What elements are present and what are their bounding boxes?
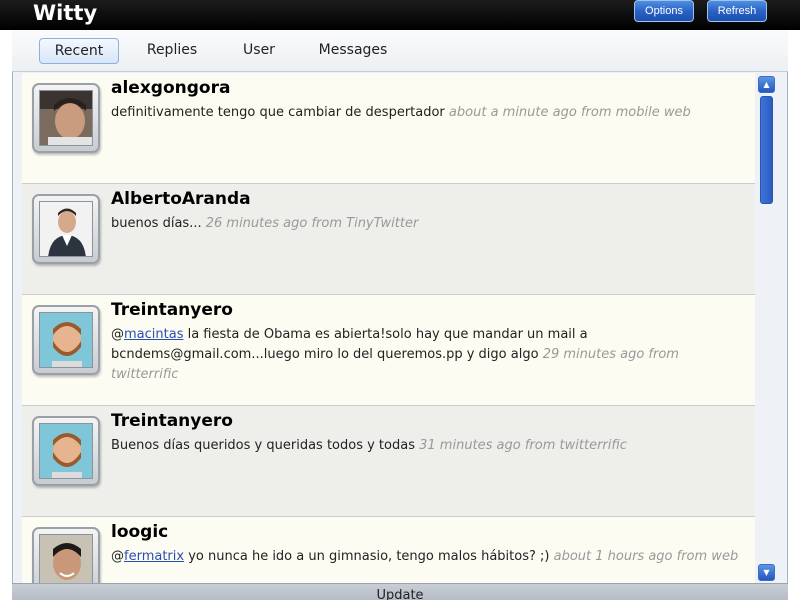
vertical-scrollbar[interactable]: ▲ ▼ xyxy=(755,73,777,583)
avatar-cartoon xyxy=(39,423,93,479)
tweet-text: @macintas la fiesta de Obama es abierta!… xyxy=(111,325,741,385)
tweet-body-cont: la fiesta de Obama es abierta!solo hay q… xyxy=(111,327,588,362)
tweet-meta: about a minute ago from mobile web xyxy=(448,105,691,120)
tweet-row[interactable]: loogic @fermatrix yo nunca he ido a un g… xyxy=(22,517,755,583)
tweet-row[interactable]: AlbertoAranda buenos días... 26 minutes … xyxy=(22,184,755,295)
tweet-username[interactable]: loogic xyxy=(111,522,168,542)
avatar[interactable] xyxy=(32,527,100,583)
tweet-body-cont: yo nunca he ido a un gimnasio, tengo mal… xyxy=(184,549,550,564)
avatar[interactable] xyxy=(32,194,100,264)
witty-window: Witty Options Refresh Recent Replies Use… xyxy=(0,0,800,600)
tweet-body: @ xyxy=(111,327,124,342)
options-button[interactable]: Options xyxy=(634,0,694,22)
tab-recent[interactable]: Recent xyxy=(39,38,119,64)
avatar-cartoon xyxy=(39,312,93,368)
tweet-username[interactable]: AlbertoAranda xyxy=(111,189,251,209)
update-bar[interactable]: Update xyxy=(12,583,788,600)
tab-messages[interactable]: Messages xyxy=(312,38,394,64)
tweet-body: Buenos días queridos y queridas todos y … xyxy=(111,438,415,453)
tweet-text: Buenos días queridos y queridas todos y … xyxy=(111,436,741,456)
tweet-row[interactable]: Treintanyero Buenos días queridos y quer… xyxy=(22,406,755,517)
tweet-meta: about 1 hours ago from web xyxy=(553,549,739,564)
outer-margin-left xyxy=(0,30,12,600)
tweet-text: definitivamente tengo que cambiar de des… xyxy=(111,103,741,123)
tab-bar: Recent Replies User Messages xyxy=(12,30,788,72)
tweet-meta: 26 minutes ago from TinyTwitter xyxy=(205,216,419,231)
mention-link[interactable]: fermatrix xyxy=(124,549,184,564)
mention-link[interactable]: macintas xyxy=(124,327,183,342)
avatar-photo xyxy=(39,90,93,146)
tweet-username[interactable]: alexgongora xyxy=(111,78,230,98)
scroll-thumb[interactable] xyxy=(760,96,773,204)
outer-margin-right xyxy=(788,30,800,600)
tweet-body: buenos días... xyxy=(111,216,202,231)
app-title: Witty xyxy=(33,1,98,25)
title-bar: Witty Options Refresh xyxy=(0,0,800,30)
update-label: Update xyxy=(376,588,424,600)
tweet-body: definitivamente tengo que cambiar de des… xyxy=(111,105,445,120)
scroll-down-arrow-icon[interactable]: ▼ xyxy=(758,564,775,581)
tweet-row[interactable]: alexgongora definitivamente tengo que ca… xyxy=(22,73,755,184)
avatar[interactable] xyxy=(32,416,100,486)
tweet-text: buenos días... 26 minutes ago from TinyT… xyxy=(111,214,741,234)
scroll-up-arrow-icon[interactable]: ▲ xyxy=(758,76,775,93)
avatar[interactable] xyxy=(32,83,100,153)
refresh-button[interactable]: Refresh xyxy=(707,0,767,22)
tweet-username[interactable]: Treintanyero xyxy=(111,411,233,431)
tweet-body: @ xyxy=(111,549,124,564)
avatar-photo xyxy=(39,534,93,583)
tweet-list[interactable]: alexgongora definitivamente tengo que ca… xyxy=(22,73,755,583)
tab-replies[interactable]: Replies xyxy=(140,38,204,64)
tweet-meta: 31 minutes ago from twitterrific xyxy=(419,438,627,453)
avatar-photo xyxy=(39,201,93,257)
tweet-username[interactable]: Treintanyero xyxy=(111,300,233,320)
tab-user[interactable]: User xyxy=(234,38,284,64)
avatar[interactable] xyxy=(32,305,100,375)
tweet-row[interactable]: Treintanyero @macintas la fiesta de Obam… xyxy=(22,295,755,406)
tweet-text: @fermatrix yo nunca he ido a un gimnasio… xyxy=(111,547,741,567)
